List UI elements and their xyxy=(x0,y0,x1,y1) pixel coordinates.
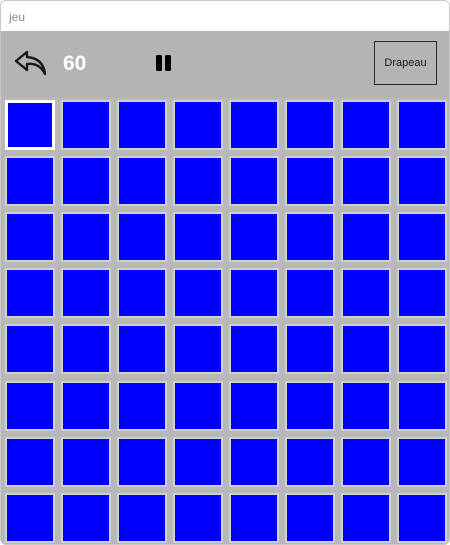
board-cell[interactable] xyxy=(341,156,391,207)
flag-button[interactable]: Drapeau xyxy=(374,41,437,85)
board-cell[interactable] xyxy=(173,100,223,150)
game-board xyxy=(1,97,449,544)
board-cell[interactable] xyxy=(173,324,223,375)
board-cell[interactable] xyxy=(61,156,111,207)
board-cell[interactable] xyxy=(341,324,391,375)
board-cell[interactable] xyxy=(285,380,335,431)
board-cell[interactable] xyxy=(117,268,167,319)
board-cell[interactable] xyxy=(397,100,447,150)
board-cell[interactable] xyxy=(5,212,55,263)
window-title: jeu xyxy=(9,10,26,24)
board-cell[interactable] xyxy=(173,268,223,319)
title-bar: jeu xyxy=(1,1,449,31)
board-cell[interactable] xyxy=(173,436,223,487)
board-cell[interactable] xyxy=(117,324,167,375)
board-cell[interactable] xyxy=(5,380,55,431)
board-cell[interactable] xyxy=(61,324,111,375)
board-cell[interactable] xyxy=(285,156,335,207)
board-cell[interactable] xyxy=(117,212,167,263)
board-cell[interactable] xyxy=(229,324,279,375)
board-cell[interactable] xyxy=(285,436,335,487)
board-cell[interactable] xyxy=(173,212,223,263)
board-cell[interactable] xyxy=(117,492,167,543)
board-cell-selected[interactable] xyxy=(5,100,55,150)
board-cell[interactable] xyxy=(173,156,223,207)
board-cell[interactable] xyxy=(61,380,111,431)
board-cell[interactable] xyxy=(341,436,391,487)
board-cell[interactable] xyxy=(341,492,391,543)
board-cell[interactable] xyxy=(229,156,279,207)
board-cell[interactable] xyxy=(117,100,167,150)
pause-icon[interactable] xyxy=(155,55,173,73)
board-cell[interactable] xyxy=(5,492,55,543)
board-cell[interactable] xyxy=(229,492,279,543)
board-cell[interactable] xyxy=(117,436,167,487)
board-cell[interactable] xyxy=(397,212,447,263)
board-cell[interactable] xyxy=(285,268,335,319)
board-cell[interactable] xyxy=(229,212,279,263)
board-cell[interactable] xyxy=(397,268,447,319)
board-cell[interactable] xyxy=(229,100,279,150)
board-cell[interactable] xyxy=(285,212,335,263)
board-cell[interactable] xyxy=(117,380,167,431)
board-cell[interactable] xyxy=(285,324,335,375)
game-window: jeu 60 Drapeau xyxy=(0,0,450,545)
board-cell[interactable] xyxy=(229,436,279,487)
timer-counter: 60 xyxy=(63,52,87,75)
board-cell[interactable] xyxy=(285,492,335,543)
board-cell[interactable] xyxy=(61,268,111,319)
board-cell[interactable] xyxy=(5,268,55,319)
toolbar: 60 Drapeau xyxy=(1,31,449,97)
board-cell[interactable] xyxy=(61,492,111,543)
board-cell[interactable] xyxy=(173,492,223,543)
board-cell[interactable] xyxy=(61,436,111,487)
board-cell[interactable] xyxy=(341,100,391,150)
board-cell[interactable] xyxy=(229,268,279,319)
board-cell[interactable] xyxy=(285,100,335,150)
board-cell[interactable] xyxy=(397,380,447,431)
board-cell[interactable] xyxy=(5,324,55,375)
board-cell[interactable] xyxy=(5,156,55,207)
board-cell[interactable] xyxy=(397,492,447,543)
board-cell[interactable] xyxy=(341,380,391,431)
board-cell[interactable] xyxy=(229,380,279,431)
board-cell[interactable] xyxy=(341,268,391,319)
board-cell[interactable] xyxy=(397,324,447,375)
board-cell[interactable] xyxy=(341,212,391,263)
board-cell[interactable] xyxy=(61,100,111,150)
undo-arrow-icon[interactable] xyxy=(13,48,49,78)
board-cell[interactable] xyxy=(61,212,111,263)
board-cell[interactable] xyxy=(173,380,223,431)
board-cell[interactable] xyxy=(397,436,447,487)
board-cell[interactable] xyxy=(397,156,447,207)
board-cell[interactable] xyxy=(5,436,55,487)
board-cell[interactable] xyxy=(117,156,167,207)
